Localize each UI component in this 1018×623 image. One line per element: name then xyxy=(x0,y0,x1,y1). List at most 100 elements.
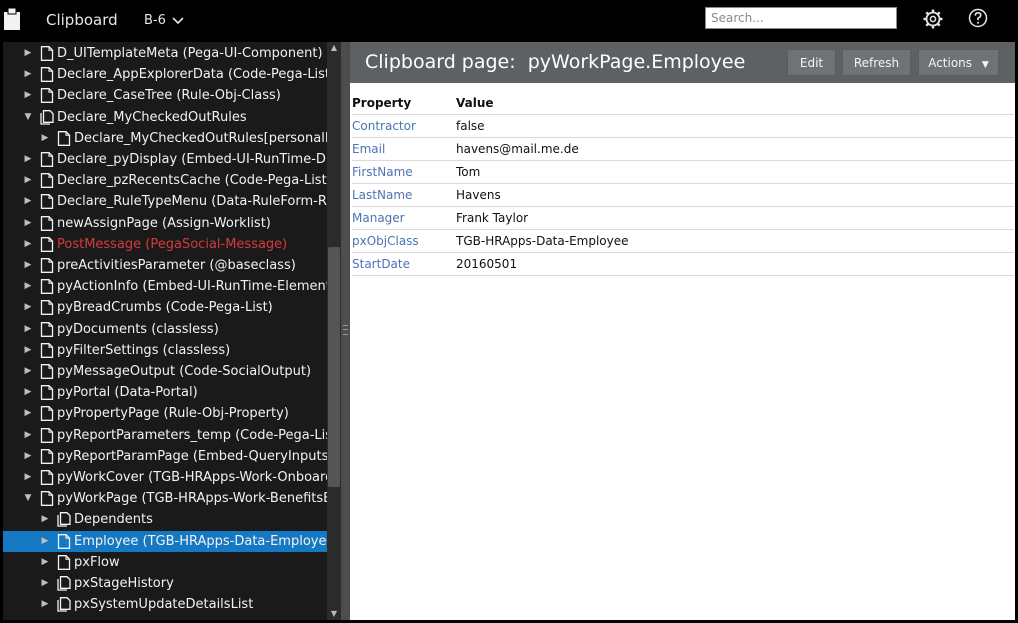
tree-node-label: Declare_RuleTypeMenu (Data-RuleForm-Rule… xyxy=(57,194,328,209)
tree-node[interactable]: ▶ Declare_AppExplorerData (Code-Pega-List… xyxy=(3,64,328,85)
app-title: Clipboard xyxy=(46,11,118,29)
expand-arrow-icon[interactable]: ▶ xyxy=(40,509,50,530)
caret-down-icon: ▼ xyxy=(981,59,989,70)
tree-node[interactable]: ▶ pyPortal (Data-Portal) xyxy=(3,382,328,403)
collapse-arrow-icon[interactable]: ▼ xyxy=(23,107,33,128)
actions-button[interactable]: Actions ▼ xyxy=(918,49,999,76)
tree-node[interactable]: ▶ pyWorkCover (TGB-HRApps-Work-Onboarding… xyxy=(3,467,328,488)
expand-arrow-icon[interactable]: ▶ xyxy=(23,446,33,467)
tree-scrollbar[interactable]: ▲ ▼ xyxy=(327,42,341,620)
expand-arrow-icon[interactable]: ▶ xyxy=(23,425,33,446)
tree-node[interactable]: ▶ pyDocuments (classless) xyxy=(3,319,328,340)
expand-arrow-icon[interactable]: ▶ xyxy=(23,234,33,255)
expand-arrow-icon[interactable]: ▶ xyxy=(40,573,50,594)
expand-arrow-icon[interactable]: ▶ xyxy=(40,594,50,615)
page-icon xyxy=(57,534,71,549)
expand-arrow-icon[interactable]: ▶ xyxy=(23,382,33,403)
property-table: Property Value Contractor false Email haven… xyxy=(352,92,1014,276)
page-title-name: pyWorkPage.Employee xyxy=(527,51,746,73)
property-name-link[interactable]: LastName xyxy=(352,183,456,207)
expand-arrow-icon[interactable]: ▶ xyxy=(23,64,33,85)
expand-arrow-icon[interactable]: ▶ xyxy=(23,149,33,170)
gear-icon[interactable] xyxy=(922,8,944,30)
table-row: pxObjClass TGB-HRApps-Data-Employee xyxy=(352,229,1014,253)
tree-node[interactable]: ▶ Declare_CaseTree (Rule-Obj-Class) xyxy=(3,85,328,106)
tree-node[interactable]: ▼ Declare_MyCheckedOutRules xyxy=(3,107,328,128)
tree-node[interactable]: ▼ pyWorkPage (TGB-HRApps-Work-BenefitsEnr… xyxy=(3,488,328,509)
page-icon xyxy=(40,300,54,315)
expand-arrow-icon[interactable]: ▶ xyxy=(23,467,33,488)
tree-node[interactable]: ▶ D_UITemplateMeta (Pega-UI-Component) xyxy=(3,43,328,64)
property-name-link[interactable]: Manager xyxy=(352,206,456,230)
expand-arrow-icon[interactable]: ▶ xyxy=(23,319,33,340)
expand-arrow-icon[interactable]: ▶ xyxy=(40,531,50,552)
page-icon xyxy=(40,491,54,506)
tree-node-label: newAssignPage (Assign-Worklist) xyxy=(57,216,271,231)
tree-node[interactable]: ▶ pyActionInfo (Embed-UI-RunTime-Element) xyxy=(3,276,328,297)
tree-node[interactable]: ▶ PostMessage (PegaSocial-Message) xyxy=(3,234,328,255)
property-name-link[interactable]: pxObjClass xyxy=(352,229,456,253)
expand-arrow-icon[interactable]: ▶ xyxy=(23,85,33,106)
expand-arrow-icon[interactable]: ▶ xyxy=(23,191,33,212)
expand-arrow-icon[interactable]: ▶ xyxy=(23,213,33,234)
expand-arrow-icon[interactable]: ▶ xyxy=(23,403,33,424)
tree-node[interactable]: ▶ Declare_pyDisplay (Embed-UI-RunTime-Dis… xyxy=(3,149,328,170)
property-name-link[interactable]: FirstName xyxy=(352,160,456,184)
tree-node-label: pyWorkPage (TGB-HRApps-Work-BenefitsEnro… xyxy=(57,491,328,506)
page-list-icon xyxy=(40,110,54,125)
scroll-up-icon[interactable]: ▲ xyxy=(327,42,341,54)
tree-node-label: pyMessageOutput (Code-SocialOutput) xyxy=(57,364,312,379)
expand-arrow-icon[interactable]: ▶ xyxy=(23,170,33,191)
tree-node[interactable]: ▶ pxFlow xyxy=(3,552,328,573)
expand-arrow-icon[interactable]: ▶ xyxy=(23,276,33,297)
tree-node-label: pyDocuments (classless) xyxy=(57,322,219,337)
page-icon xyxy=(40,343,54,358)
table-row: StartDate 20160501 xyxy=(352,252,1014,276)
page-icon xyxy=(40,237,54,252)
tree-node[interactable]: ▶ pxSystemUpdateDetailsList xyxy=(3,594,328,615)
page-icon xyxy=(40,194,54,209)
expand-arrow-icon[interactable]: ▶ xyxy=(23,361,33,382)
tree-node[interactable]: ▶ pyReportParameters_temp (Code-Pega-List… xyxy=(3,425,328,446)
page-icon xyxy=(40,322,54,337)
expand-arrow-icon[interactable]: ▶ xyxy=(40,128,50,149)
tree-node[interactable]: ▶ pyBreadCrumbs (Code-Pega-List) xyxy=(3,297,328,318)
help-icon[interactable] xyxy=(967,7,989,29)
search-input[interactable] xyxy=(705,7,897,29)
property-name-link[interactable]: Email xyxy=(352,137,456,161)
expand-arrow-icon[interactable]: ▶ xyxy=(23,255,33,276)
page-icon xyxy=(40,88,54,103)
tree-node[interactable]: ▶ preActivitiesParameter (@baseclass) xyxy=(3,255,328,276)
page-title-prefix: Clipboard page: xyxy=(365,51,516,73)
tree-node[interactable]: ▶ pyMessageOutput (Code-SocialOutput) xyxy=(3,361,328,382)
scrollbar-thumb[interactable] xyxy=(328,247,340,487)
scroll-down-icon[interactable]: ▼ xyxy=(327,608,341,620)
property-value: 20160501 xyxy=(456,252,1014,276)
node-selector[interactable]: B-6 xyxy=(144,13,184,28)
tree-node[interactable]: ▶ pyReportParamPage (Embed-QueryInputs) xyxy=(3,446,328,467)
tree-node[interactable]: ▶ Declare_RuleTypeMenu (Data-RuleForm-Rul… xyxy=(3,191,328,212)
expand-arrow-icon[interactable]: ▶ xyxy=(23,43,33,64)
panel-splitter[interactable] xyxy=(341,42,350,620)
page-icon xyxy=(57,131,71,146)
collapse-arrow-icon[interactable]: ▼ xyxy=(23,488,33,509)
clipboard-window: Clipboard B-6 ▶ D_UITemplateMeta (Pega-UI… xyxy=(0,0,1018,623)
tree-node[interactable]: ▶ Dependents xyxy=(3,509,328,530)
expand-arrow-icon[interactable]: ▶ xyxy=(23,297,33,318)
page-list-icon xyxy=(57,576,71,591)
tree-node[interactable]: ▶ Declare_pzRecentsCache (Code-Pega-List) xyxy=(3,170,328,191)
page-icon xyxy=(40,173,54,188)
tree-node[interactable]: ▶ pxStageHistory xyxy=(3,573,328,594)
tree-node[interactable]: ▶ Employee (TGB-HRApps-Data-Employee) xyxy=(3,531,328,552)
property-name-link[interactable]: StartDate xyxy=(352,252,456,276)
edit-button[interactable]: Edit xyxy=(787,49,836,76)
tree-node[interactable]: ▶ newAssignPage (Assign-Worklist) xyxy=(3,213,328,234)
refresh-button[interactable]: Refresh xyxy=(842,49,911,76)
expand-arrow-icon[interactable]: ▶ xyxy=(40,552,50,573)
clipboard-tree: ▶ D_UITemplateMeta (Pega-UI-Component) ▶ De… xyxy=(3,42,328,620)
expand-arrow-icon[interactable]: ▶ xyxy=(23,340,33,361)
tree-node[interactable]: ▶ pyFilterSettings (classless) xyxy=(3,340,328,361)
tree-node[interactable]: ▶ Declare_MyCheckedOutRules[personalRules… xyxy=(3,128,328,149)
property-name-link[interactable]: Contractor xyxy=(352,114,456,138)
tree-node[interactable]: ▶ pyPropertyPage (Rule-Obj-Property) xyxy=(3,403,328,424)
